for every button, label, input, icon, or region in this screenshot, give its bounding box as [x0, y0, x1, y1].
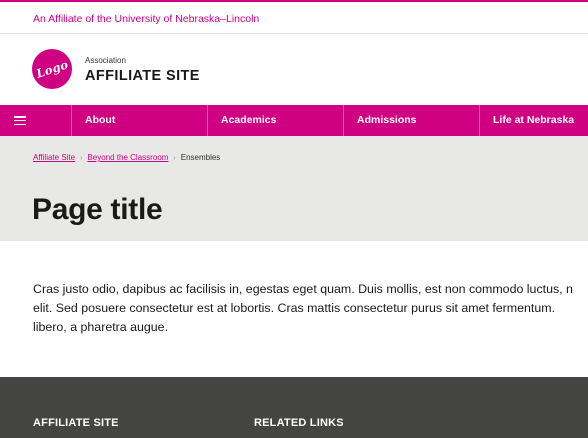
breadcrumb-link-affiliate-site[interactable]: Affiliate Site	[33, 153, 75, 162]
chevron-right-icon: ›	[173, 155, 176, 162]
hamburger-menu-icon	[13, 116, 26, 125]
page-hero: Affiliate Site › Beyond the Classroom › Ense…	[0, 136, 588, 241]
chevron-right-icon: ›	[80, 155, 83, 162]
nav-item-life-at-nebraska[interactable]: Life at Nebraska	[480, 105, 588, 136]
logo[interactable]: Logo	[32, 49, 72, 89]
affiliate-link[interactable]: An Affiliate of the University of Nebras…	[33, 13, 259, 25]
body-line: Cras justo odio, dapibus ac facilisis in…	[33, 282, 573, 296]
footer-heading-related-links: RELATED LINKS	[254, 417, 344, 429]
nav-item-academics[interactable]: Academics	[208, 105, 344, 136]
breadcrumb-current: Ensembles	[180, 153, 221, 162]
page-body: Cras justo odio, dapibus ac facilisis in…	[33, 280, 588, 337]
site-name[interactable]: AFFILIATE SITE	[85, 68, 200, 84]
logo-text: Logo	[34, 57, 70, 81]
body-line: elit. Sed posuere consectetur est at lob…	[33, 301, 556, 315]
main-nav: About Academics Admissions Life at Nebra…	[0, 105, 588, 136]
breadcrumb-link-beyond-the-classroom[interactable]: Beyond the Classroom	[87, 153, 168, 162]
association-label: Association	[85, 56, 126, 65]
site-header: Logo Association AFFILIATE SITE	[0, 34, 588, 105]
body-line: libero, a pharetra augue.	[33, 320, 169, 334]
site-footer: AFFILIATE SITE RELATED LINKS	[0, 377, 588, 438]
page-title: Page title	[32, 193, 163, 226]
nav-item-about[interactable]: About	[72, 105, 208, 136]
breadcrumb: Affiliate Site › Beyond the Classroom › Ense…	[33, 153, 220, 162]
menu-button[interactable]	[0, 105, 72, 136]
footer-heading-affiliate-site: AFFILIATE SITE	[33, 417, 119, 429]
nav-item-admissions[interactable]: Admissions	[344, 105, 480, 136]
affiliate-bar: An Affiliate of the University of Nebras…	[0, 0, 588, 34]
